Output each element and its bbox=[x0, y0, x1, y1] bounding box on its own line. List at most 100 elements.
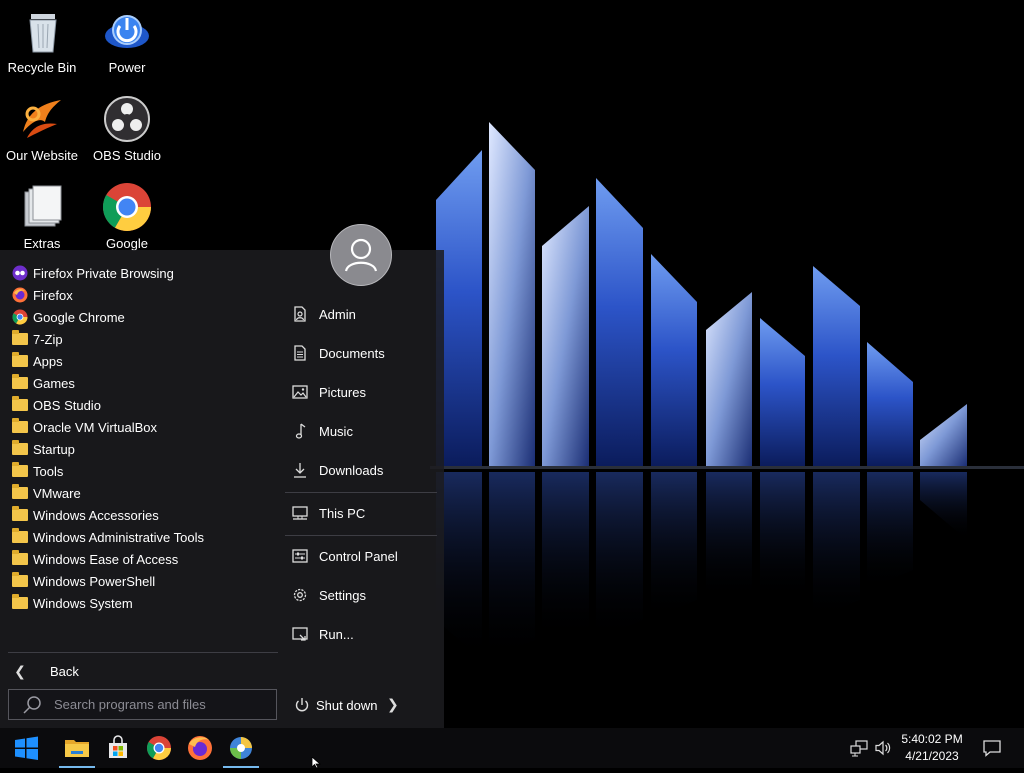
desktop-icon-power[interactable]: Power bbox=[85, 2, 169, 86]
documents-icon bbox=[291, 344, 309, 362]
desktop-icon-obs-studio[interactable]: OBS Studio bbox=[85, 90, 169, 174]
separator bbox=[8, 652, 278, 653]
taskbar-store[interactable] bbox=[98, 728, 138, 768]
place-item-admin[interactable]: Admin bbox=[291, 300, 441, 328]
separator bbox=[285, 535, 437, 536]
program-folder[interactable]: 7-Zip bbox=[6, 328, 276, 350]
separator bbox=[285, 492, 437, 493]
notification-icon[interactable] bbox=[982, 738, 1002, 758]
place-item-this-pc[interactable]: This PC bbox=[291, 499, 441, 527]
obs-studio-icon bbox=[102, 94, 152, 144]
network-icon[interactable] bbox=[849, 738, 869, 758]
app-icon bbox=[230, 737, 252, 759]
folder-icon bbox=[65, 740, 89, 757]
folder-icon bbox=[12, 440, 28, 457]
taskbar-file-explorer[interactable] bbox=[57, 728, 97, 768]
program-item-label: VMware bbox=[33, 485, 81, 501]
program-item-label: Windows System bbox=[33, 595, 133, 611]
program-item-label: Firefox Private Browsing bbox=[33, 265, 174, 281]
place-item-downloads[interactable]: Downloads bbox=[291, 456, 441, 484]
program-item-label: Oracle VM VirtualBox bbox=[33, 419, 158, 435]
program-item[interactable]: Google Chrome bbox=[6, 306, 276, 328]
folder-icon bbox=[12, 484, 28, 501]
program-item-label: Google Chrome bbox=[33, 309, 125, 325]
start-button[interactable] bbox=[6, 728, 46, 768]
folder-icon bbox=[12, 550, 28, 567]
gear-icon bbox=[291, 586, 309, 604]
desktop-icon-recycle-bin[interactable]: Recycle Bin bbox=[0, 2, 84, 86]
extras-icon bbox=[17, 182, 67, 232]
pictures-icon bbox=[291, 383, 309, 401]
back-button[interactable]: ❮ Back bbox=[10, 660, 210, 682]
program-folder[interactable]: Startup bbox=[6, 438, 276, 460]
mouse-cursor-icon bbox=[311, 757, 322, 768]
place-label: Admin bbox=[319, 306, 356, 322]
folder-icon bbox=[12, 396, 28, 413]
website-icon bbox=[17, 94, 67, 144]
place-label: Control Panel bbox=[319, 548, 398, 564]
place-item-music[interactable]: Music bbox=[291, 417, 441, 445]
place-item-run[interactable]: Run... bbox=[291, 620, 441, 648]
program-folder[interactable]: Windows PowerShell bbox=[6, 570, 276, 592]
folder-icon bbox=[12, 462, 28, 479]
desktop-icon-our-website[interactable]: Our Website bbox=[0, 90, 84, 174]
control-panel-icon bbox=[291, 547, 309, 565]
program-folder[interactable]: Tools bbox=[6, 460, 276, 482]
program-item-label: Apps bbox=[33, 353, 63, 369]
folder-icon bbox=[12, 330, 28, 347]
clock[interactable]: 5:40:02 PM 4/21/2023 bbox=[896, 731, 968, 765]
program-folder[interactable]: VMware bbox=[6, 482, 276, 504]
firefox-icon bbox=[12, 287, 28, 303]
power-icon bbox=[293, 696, 311, 714]
start-menu-places-pane: Admin Documents Pictures Music Downloads… bbox=[283, 250, 444, 728]
taskbar-open-app[interactable] bbox=[221, 728, 261, 768]
shutdown-label: Shut down bbox=[316, 697, 378, 713]
place-label: Downloads bbox=[319, 462, 384, 478]
chevron-right-icon[interactable]: ❯ bbox=[387, 696, 403, 714]
user-avatar[interactable] bbox=[330, 224, 392, 286]
program-item-label: Tools bbox=[33, 463, 64, 479]
program-folder[interactable]: Games bbox=[6, 372, 276, 394]
program-item-label: 7-Zip bbox=[33, 331, 63, 347]
search-box[interactable] bbox=[8, 689, 277, 720]
desktop-icon-label: Our Website bbox=[5, 148, 78, 163]
program-item[interactable]: Firefox bbox=[6, 284, 276, 306]
run-icon bbox=[291, 625, 309, 643]
user-icon bbox=[344, 238, 378, 272]
chrome-icon bbox=[146, 736, 171, 761]
program-folder[interactable]: Windows System bbox=[6, 592, 276, 614]
desktop-icon-label: Power bbox=[108, 60, 146, 75]
desktop-icon-label: OBS Studio bbox=[93, 148, 161, 163]
taskbar-chrome[interactable] bbox=[139, 728, 179, 768]
place-item-documents[interactable]: Documents bbox=[291, 339, 441, 367]
back-label: Back bbox=[50, 663, 79, 679]
program-item[interactable]: Firefox Private Browsing bbox=[6, 262, 276, 284]
program-item-label: Windows Administrative Tools bbox=[33, 529, 204, 545]
folder-icon bbox=[12, 352, 28, 369]
place-label: This PC bbox=[319, 505, 366, 521]
place-item-pictures[interactable]: Pictures bbox=[291, 378, 441, 406]
program-folder[interactable]: Windows Accessories bbox=[6, 504, 276, 526]
power-icon bbox=[102, 6, 152, 56]
program-item-label: Firefox bbox=[33, 287, 73, 303]
search-input[interactable] bbox=[52, 696, 276, 713]
place-label: Run... bbox=[319, 626, 354, 642]
program-item-label: Windows Accessories bbox=[33, 507, 159, 523]
place-item-settings[interactable]: Settings bbox=[291, 581, 441, 609]
downloads-icon bbox=[291, 461, 309, 479]
program-folder[interactable]: Windows Administrative Tools bbox=[6, 526, 276, 548]
folder-icon bbox=[12, 506, 28, 523]
clock-date: 4/21/2023 bbox=[905, 749, 959, 763]
shutdown-button[interactable]: Shut down bbox=[293, 694, 377, 716]
program-item-label: Windows PowerShell bbox=[33, 573, 156, 589]
program-folder[interactable]: Apps bbox=[6, 350, 276, 372]
volume-icon[interactable] bbox=[873, 738, 893, 758]
taskbar-firefox[interactable] bbox=[180, 728, 220, 768]
place-item-control-panel[interactable]: Control Panel bbox=[291, 542, 441, 570]
program-item-label: Startup bbox=[33, 441, 75, 457]
desktop-icon-label: Recycle Bin bbox=[7, 60, 77, 75]
program-folder[interactable]: Oracle VM VirtualBox bbox=[6, 416, 276, 438]
program-folder[interactable]: OBS Studio bbox=[6, 394, 276, 416]
program-folder[interactable]: Windows Ease of Access bbox=[6, 548, 276, 570]
music-icon bbox=[291, 422, 309, 440]
